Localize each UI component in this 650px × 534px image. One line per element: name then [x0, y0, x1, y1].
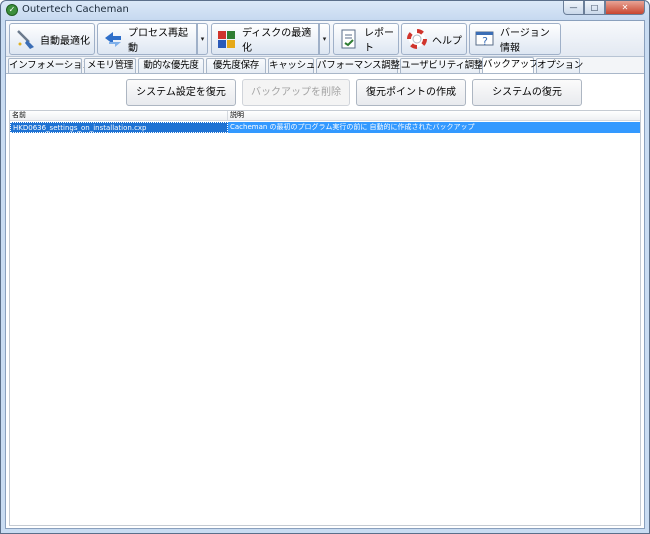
report-label: レポート	[364, 28, 394, 54]
auto-optimize-button[interactable]: 自動最適化	[9, 23, 95, 55]
minimize-button[interactable]: —	[563, 1, 584, 15]
tab-performance-tuning[interactable]: パフォーマンス調整	[316, 58, 400, 73]
auto-optimize-label: 自動最適化	[40, 35, 90, 47]
tab-dynamic-priority[interactable]: 動的な優先度	[138, 58, 204, 73]
lifebuoy-icon	[406, 28, 428, 50]
window-controls: — □ ✕	[563, 1, 645, 15]
backup-file-name: HKD0636_settings_on_installation.cxp	[10, 122, 228, 133]
report-button[interactable]: レポート	[333, 23, 399, 55]
version-info-button[interactable]: ? バージョン情報	[469, 23, 561, 55]
help-button[interactable]: ヘルプ	[401, 23, 467, 55]
list-item[interactable]: HKD0636_settings_on_installation.cxp Cac…	[10, 122, 640, 133]
process-restart-label: プロセス再起動	[128, 28, 188, 54]
help-label: ヘルプ	[432, 35, 462, 47]
tab-options[interactable]: オプション	[536, 58, 583, 73]
restore-settings-button[interactable]: システム設定を復元	[126, 79, 236, 106]
tab-priority-save[interactable]: 優先度保存	[206, 58, 266, 73]
backup-panel: システム設定を復元 バックアップを削除 復元ポイントの作成 システムの復元 名前…	[6, 73, 644, 528]
disk-optimize-dropdown[interactable]: ▾	[319, 23, 330, 55]
process-restart-button[interactable]: プロセス再起動	[97, 23, 197, 55]
window-title: Outertech Cacheman	[22, 4, 129, 15]
svg-text:?: ?	[482, 35, 488, 48]
close-button[interactable]: ✕	[605, 1, 645, 15]
about-window-icon: ?	[474, 28, 496, 50]
disk-optimize-button[interactable]: ディスクの最適化	[211, 23, 319, 55]
maximize-button[interactable]: □	[584, 1, 605, 15]
disk-optimize-label: ディスクの最適化	[242, 28, 312, 54]
tab-backup[interactable]: バックアップ	[482, 57, 539, 73]
broom-icon	[14, 28, 36, 50]
tab-strip: インフォメーション メモリ管理 動的な優先度 優先度保存 キャッシュ パフォーマ…	[6, 57, 644, 73]
report-document-icon	[338, 28, 360, 50]
list-header: 名前 説明	[10, 111, 640, 121]
cacheman-app-icon: ✓	[6, 4, 18, 16]
restart-arrows-icon	[102, 28, 124, 50]
toolbar: 自動最適化 プロセス再起動 ▾ ディスクの最適化 ▾ レポート ヘルプ ? バー…	[6, 21, 644, 57]
app-window: ✓ Outertech Cacheman — □ ✕ 自動最適化 プロセス再起動…	[0, 0, 650, 534]
tab-usability-tuning[interactable]: ユーザビリティ調整	[400, 58, 483, 73]
backup-list[interactable]: 名前 説明 HKD0636_settings_on_installation.c…	[9, 110, 641, 526]
system-restore-button[interactable]: システムの復元	[472, 79, 582, 106]
tab-memory-management[interactable]: メモリ管理	[84, 58, 136, 73]
client-area: 自動最適化 プロセス再起動 ▾ ディスクの最適化 ▾ レポート ヘルプ ? バー…	[5, 20, 645, 529]
tab-cache[interactable]: キャッシュ	[268, 58, 315, 73]
column-header-name[interactable]: 名前	[12, 111, 26, 120]
delete-backup-button[interactable]: バックアップを削除	[242, 79, 350, 106]
column-header-description[interactable]: 説明	[230, 111, 244, 120]
process-restart-dropdown[interactable]: ▾	[197, 23, 208, 55]
title-bar[interactable]: ✓ Outertech Cacheman — □ ✕	[1, 1, 649, 20]
tab-information[interactable]: インフォメーション	[8, 58, 92, 73]
defrag-blocks-icon	[216, 28, 238, 50]
column-divider[interactable]	[227, 111, 228, 121]
backup-description: Cacheman の最初のプログラム実行の前に 自動的に作成されたバックアップ	[230, 123, 475, 131]
version-info-label: バージョン情報	[500, 28, 550, 54]
create-restore-point-button[interactable]: 復元ポイントの作成	[356, 79, 466, 106]
